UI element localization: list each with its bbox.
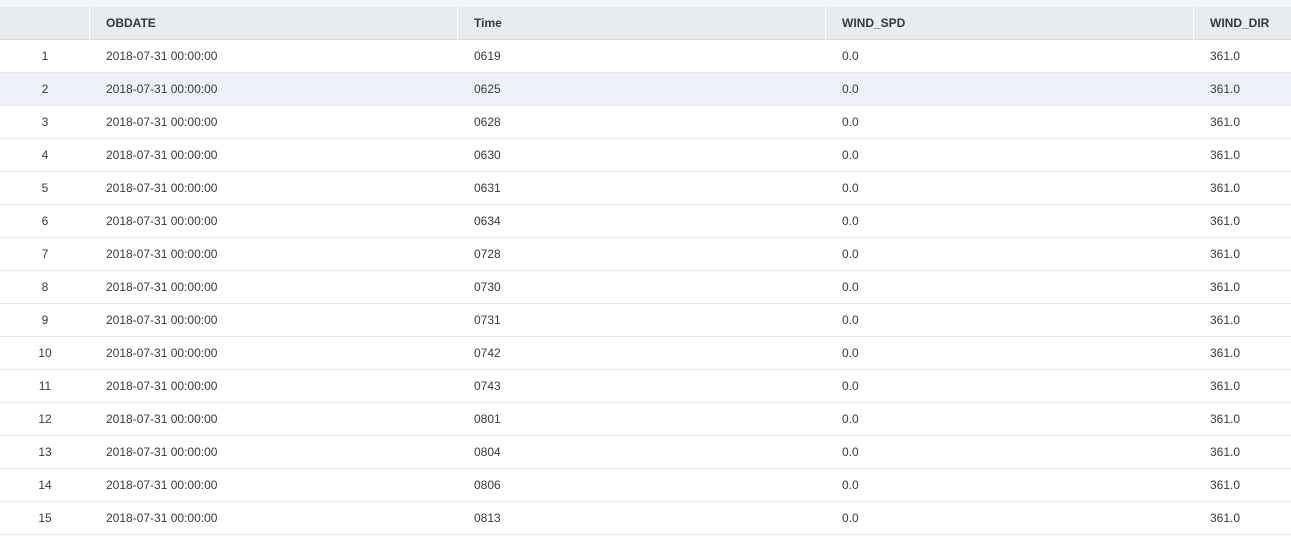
- wind-dir-cell[interactable]: 361.0: [1194, 370, 1291, 402]
- row-index-cell[interactable]: 4: [0, 139, 90, 171]
- time-cell[interactable]: 0801: [458, 403, 826, 435]
- wind-spd-cell[interactable]: 0.0: [826, 172, 1194, 204]
- wind-dir-cell[interactable]: 361.0: [1194, 40, 1291, 72]
- obdate-cell[interactable]: 2018-07-31 00:00:00: [90, 40, 458, 72]
- obdate-cell[interactable]: 2018-07-31 00:00:00: [90, 304, 458, 336]
- wind-spd-cell[interactable]: 0.0: [826, 403, 1194, 435]
- row-index-cell[interactable]: 2: [0, 73, 90, 105]
- time-cell[interactable]: 0806: [458, 469, 826, 501]
- obdate-cell[interactable]: 2018-07-31 00:00:00: [90, 106, 458, 138]
- row-index-cell[interactable]: 5: [0, 172, 90, 204]
- wind-spd-cell[interactable]: 0.0: [826, 436, 1194, 468]
- table-row[interactable]: 14 2018-07-31 00:00:00 0806 0.0 361.0: [0, 469, 1291, 502]
- table-row[interactable]: 9 2018-07-31 00:00:00 0731 0.0 361.0: [0, 304, 1291, 337]
- row-index-cell[interactable]: 1: [0, 40, 90, 72]
- row-index-cell[interactable]: 12: [0, 403, 90, 435]
- wind-dir-cell[interactable]: 361.0: [1194, 337, 1291, 369]
- obdate-cell[interactable]: 2018-07-31 00:00:00: [90, 403, 458, 435]
- table-row[interactable]: 3 2018-07-31 00:00:00 0628 0.0 361.0: [0, 106, 1291, 139]
- obdate-cell[interactable]: 2018-07-31 00:00:00: [90, 271, 458, 303]
- header-obdate[interactable]: OBDATE: [90, 7, 458, 40]
- table-row[interactable]: 15 2018-07-31 00:00:00 0813 0.0 361.0: [0, 502, 1291, 535]
- table-row[interactable]: 6 2018-07-31 00:00:00 0634 0.0 361.0: [0, 205, 1291, 238]
- time-cell[interactable]: 0628: [458, 106, 826, 138]
- wind-spd-cell[interactable]: 0.0: [826, 106, 1194, 138]
- wind-dir-cell[interactable]: 361.0: [1194, 106, 1291, 138]
- wind-spd-cell[interactable]: 0.0: [826, 304, 1194, 336]
- time-cell[interactable]: 0631: [458, 172, 826, 204]
- wind-dir-cell[interactable]: 361.0: [1194, 271, 1291, 303]
- wind-dir-cell[interactable]: 361.0: [1194, 205, 1291, 237]
- time-cell[interactable]: 0730: [458, 271, 826, 303]
- wind-dir-cell[interactable]: 361.0: [1194, 436, 1291, 468]
- time-cell[interactable]: 0634: [458, 205, 826, 237]
- row-index-cell[interactable]: 11: [0, 370, 90, 402]
- table-row[interactable]: 12 2018-07-31 00:00:00 0801 0.0 361.0: [0, 403, 1291, 436]
- row-index-cell[interactable]: 8: [0, 271, 90, 303]
- wind-dir-cell[interactable]: 361.0: [1194, 304, 1291, 336]
- row-index-cell[interactable]: 6: [0, 205, 90, 237]
- header-row-index[interactable]: [0, 7, 90, 40]
- obdate-cell[interactable]: 2018-07-31 00:00:00: [90, 205, 458, 237]
- wind-spd-cell[interactable]: 0.0: [826, 370, 1194, 402]
- wind-spd-cell[interactable]: 0.0: [826, 139, 1194, 171]
- wind-spd-cell[interactable]: 0.0: [826, 205, 1194, 237]
- obdate-cell[interactable]: 2018-07-31 00:00:00: [90, 436, 458, 468]
- row-index-cell[interactable]: 13: [0, 436, 90, 468]
- row-index-cell[interactable]: 14: [0, 469, 90, 501]
- table-row[interactable]: 8 2018-07-31 00:00:00 0730 0.0 361.0: [0, 271, 1291, 304]
- obdate-cell[interactable]: 2018-07-31 00:00:00: [90, 73, 458, 105]
- wind-spd-cell[interactable]: 0.0: [826, 40, 1194, 72]
- header-wind-spd[interactable]: WIND_SPD: [826, 7, 1194, 40]
- obdate-cell[interactable]: 2018-07-31 00:00:00: [90, 238, 458, 270]
- wind-spd-cell[interactable]: 0.0: [826, 73, 1194, 105]
- grid-body: 1 2018-07-31 00:00:00 0619 0.0 361.0 2 2018-07…: [0, 40, 1291, 535]
- row-index-cell[interactable]: 7: [0, 238, 90, 270]
- row-index-cell[interactable]: 10: [0, 337, 90, 369]
- wind-dir-cell[interactable]: 361.0: [1194, 238, 1291, 270]
- table-row[interactable]: 13 2018-07-31 00:00:00 0804 0.0 361.0: [0, 436, 1291, 469]
- table-row[interactable]: 2 2018-07-31 00:00:00 0625 0.0 361.0: [0, 73, 1291, 106]
- obdate-cell[interactable]: 2018-07-31 00:00:00: [90, 370, 458, 402]
- time-cell[interactable]: 0813: [458, 502, 826, 534]
- header-time[interactable]: Time: [458, 7, 826, 40]
- time-cell[interactable]: 0743: [458, 370, 826, 402]
- table-row[interactable]: 1 2018-07-31 00:00:00 0619 0.0 361.0: [0, 40, 1291, 73]
- table-row[interactable]: 10 2018-07-31 00:00:00 0742 0.0 361.0: [0, 337, 1291, 370]
- time-cell[interactable]: 0728: [458, 238, 826, 270]
- obdate-cell[interactable]: 2018-07-31 00:00:00: [90, 139, 458, 171]
- time-cell[interactable]: 0742: [458, 337, 826, 369]
- wind-dir-cell[interactable]: 361.0: [1194, 139, 1291, 171]
- obdate-cell[interactable]: 2018-07-31 00:00:00: [90, 337, 458, 369]
- obdate-cell[interactable]: 2018-07-31 00:00:00: [90, 469, 458, 501]
- grid-header: OBDATE Time WIND_SPD WIND_DIR: [0, 7, 1291, 40]
- obdate-cell[interactable]: 2018-07-31 00:00:00: [90, 172, 458, 204]
- wind-dir-cell[interactable]: 361.0: [1194, 172, 1291, 204]
- row-index-cell[interactable]: 9: [0, 304, 90, 336]
- wind-spd-cell[interactable]: 0.0: [826, 337, 1194, 369]
- wind-spd-cell[interactable]: 0.0: [826, 469, 1194, 501]
- table-row[interactable]: 5 2018-07-31 00:00:00 0631 0.0 361.0: [0, 172, 1291, 205]
- time-cell[interactable]: 0804: [458, 436, 826, 468]
- obdate-cell[interactable]: 2018-07-31 00:00:00: [90, 502, 458, 534]
- time-cell[interactable]: 0625: [458, 73, 826, 105]
- wind-spd-cell[interactable]: 0.0: [826, 271, 1194, 303]
- header-wind-dir[interactable]: WIND_DIR: [1194, 7, 1291, 40]
- wind-dir-cell[interactable]: 361.0: [1194, 502, 1291, 534]
- table-row[interactable]: 4 2018-07-31 00:00:00 0630 0.0 361.0: [0, 139, 1291, 172]
- wind-dir-cell[interactable]: 361.0: [1194, 469, 1291, 501]
- table-row[interactable]: 11 2018-07-31 00:00:00 0743 0.0 361.0: [0, 370, 1291, 403]
- data-grid: OBDATE Time WIND_SPD WIND_DIR 1 2018-07-3…: [0, 7, 1291, 535]
- wind-dir-cell[interactable]: 361.0: [1194, 403, 1291, 435]
- row-index-cell[interactable]: 15: [0, 502, 90, 534]
- top-strip: [0, 0, 1291, 7]
- wind-spd-cell[interactable]: 0.0: [826, 238, 1194, 270]
- wind-dir-cell[interactable]: 361.0: [1194, 73, 1291, 105]
- wind-spd-cell[interactable]: 0.0: [826, 502, 1194, 534]
- time-cell[interactable]: 0630: [458, 139, 826, 171]
- time-cell[interactable]: 0619: [458, 40, 826, 72]
- time-cell[interactable]: 0731: [458, 304, 826, 336]
- table-row[interactable]: 7 2018-07-31 00:00:00 0728 0.0 361.0: [0, 238, 1291, 271]
- row-index-cell[interactable]: 3: [0, 106, 90, 138]
